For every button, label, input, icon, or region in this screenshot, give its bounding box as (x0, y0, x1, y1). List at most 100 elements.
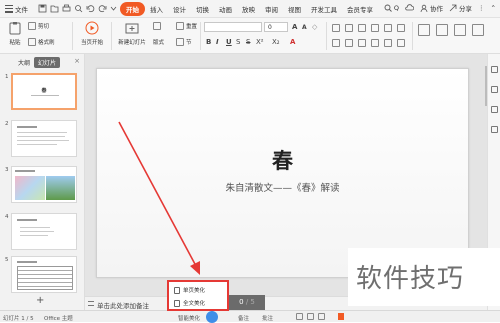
tab-view[interactable]: 视图 (283, 4, 306, 14)
underline-icon[interactable]: U (226, 38, 232, 46)
more-options-button[interactable]: ⋮ (478, 4, 485, 12)
save-icon[interactable] (38, 4, 47, 13)
slide-subtitle[interactable]: 朱自清散文——《春》解读 (97, 180, 468, 194)
numbered-list-icon[interactable] (345, 24, 353, 32)
tab-design[interactable]: 设计 (168, 4, 191, 14)
tab-slideshow[interactable]: 放映 (237, 4, 260, 14)
shapes-icon[interactable] (436, 24, 448, 36)
slide-sorter-icon[interactable] (307, 313, 314, 320)
start-from-current-button[interactable]: 当页开始 (76, 21, 108, 46)
preview-icon[interactable] (74, 4, 83, 13)
start-from-current-label: 当页开始 (80, 40, 103, 46)
align-right-icon[interactable] (358, 39, 366, 47)
font-name-select[interactable] (204, 22, 262, 32)
layout-button[interactable]: 版式 (153, 38, 164, 46)
section-button[interactable]: 节 (176, 38, 192, 46)
arrange-icon[interactable] (454, 24, 466, 36)
slide-thumbnail-5[interactable] (11, 256, 77, 293)
thumb-line (17, 136, 65, 137)
star-icon[interactable] (491, 106, 498, 113)
smart-beautify-button[interactable]: 智能美化 (178, 314, 200, 322)
strikethrough-icon[interactable]: S (246, 38, 250, 46)
normal-view-icon[interactable] (296, 313, 303, 320)
collapse-ribbon-button[interactable]: ⌃ (491, 4, 496, 12)
play-slideshow-icon[interactable] (338, 313, 344, 320)
slide-thumbnail-1[interactable]: 春 (11, 73, 77, 110)
share-label: 分享 (459, 5, 473, 13)
tab-member[interactable]: 会员专享 (342, 4, 378, 14)
decrease-indent-icon[interactable] (358, 24, 366, 32)
single-page-beautify[interactable]: 单页美化 (174, 286, 205, 294)
folder-icon[interactable] (50, 4, 59, 13)
full-text-beautify[interactable]: 全文美化 (174, 299, 205, 307)
menu-icon[interactable] (5, 5, 13, 13)
font-size-select[interactable]: 0 (264, 22, 288, 32)
increase-indent-icon[interactable] (371, 24, 379, 32)
tab-home[interactable]: 开始 (120, 2, 145, 16)
cut-button[interactable]: 剪切 (28, 22, 49, 30)
add-slide-button[interactable]: + (36, 295, 44, 306)
tab-animation[interactable]: 动画 (214, 4, 237, 14)
search-label: Q (393, 4, 400, 12)
thumb-line (17, 126, 37, 128)
tab-outline[interactable]: 大纲 (18, 58, 30, 67)
help-icon[interactable] (491, 126, 498, 133)
italic-icon[interactable]: I (216, 38, 219, 46)
current-slide[interactable]: 春 朱自清散文——《春》解读 (96, 68, 469, 278)
quick-style-icon[interactable] (472, 24, 484, 36)
share-button[interactable]: 分享 (449, 3, 472, 13)
reset-icon (176, 22, 184, 30)
notes-toggle[interactable]: 备注 (238, 314, 249, 322)
clear-format-icon[interactable]: ◇ (312, 23, 317, 31)
close-icon[interactable]: × (74, 57, 80, 65)
tab-developer[interactable]: 开发工具 (306, 4, 342, 14)
paste-button[interactable]: 粘贴 (2, 21, 28, 46)
distribute-icon[interactable] (384, 39, 392, 47)
font-color-icon[interactable]: A (290, 38, 295, 46)
cloud-button[interactable] (405, 4, 415, 12)
slide-panel: 大纲 幻灯片 × 1 春 2 3 4 5 + (0, 54, 85, 310)
adjust-icon[interactable] (491, 66, 498, 73)
layout-icon-button[interactable] (153, 22, 161, 30)
more-icon[interactable] (109, 4, 118, 13)
bullet-list-icon[interactable] (332, 24, 340, 32)
shadow-icon[interactable]: S (236, 38, 240, 46)
text-direction-icon[interactable] (397, 24, 405, 32)
reading-view-icon[interactable] (318, 313, 325, 320)
format-painter-button[interactable]: 格式刷 (28, 38, 55, 46)
shrink-font-icon[interactable]: A (302, 24, 307, 31)
tab-review[interactable]: 审阅 (260, 4, 283, 14)
slide-thumbnail-4[interactable] (11, 213, 77, 250)
align-center-icon[interactable] (345, 39, 353, 47)
notes-placeholder[interactable]: 单击此处添加备注 (97, 300, 149, 310)
new-slide-button[interactable]: 新建幻灯片 (114, 21, 150, 46)
undo-icon[interactable] (86, 4, 95, 13)
reset-button[interactable]: 重置 (176, 22, 197, 30)
grow-font-icon[interactable]: A (292, 23, 297, 31)
comments-toggle[interactable]: 批注 (262, 314, 273, 322)
slide-number: 1 (5, 74, 9, 80)
redo-icon[interactable] (98, 4, 107, 13)
subscript-icon[interactable]: X₂ (272, 38, 280, 46)
bold-icon[interactable]: B (206, 38, 211, 46)
line-spacing-icon[interactable] (384, 24, 392, 32)
tab-slides[interactable]: 幻灯片 (34, 57, 61, 68)
tab-insert[interactable]: 插入 (145, 4, 168, 14)
justify-icon[interactable] (371, 39, 379, 47)
print-icon[interactable] (62, 4, 71, 13)
align-left-icon[interactable] (332, 39, 340, 47)
slide-title[interactable]: 春 (97, 145, 468, 175)
file-menu[interactable]: 文件 (15, 4, 28, 14)
smart-beautify-icon[interactable] (206, 311, 218, 323)
columns-icon[interactable] (397, 39, 405, 47)
search-button[interactable]: Q (384, 4, 399, 12)
thumb-line (17, 132, 67, 133)
superscript-icon[interactable]: X² (256, 38, 264, 46)
full-text-beautify-label: 全文美化 (183, 301, 206, 307)
pointer-icon[interactable] (491, 86, 498, 93)
tab-transition[interactable]: 切换 (191, 4, 214, 14)
collab-button[interactable]: 协作 (420, 3, 443, 13)
slide-thumbnail-2[interactable] (11, 120, 77, 157)
slide-thumbnail-3[interactable] (11, 166, 77, 203)
textbox-icon[interactable] (418, 24, 430, 36)
